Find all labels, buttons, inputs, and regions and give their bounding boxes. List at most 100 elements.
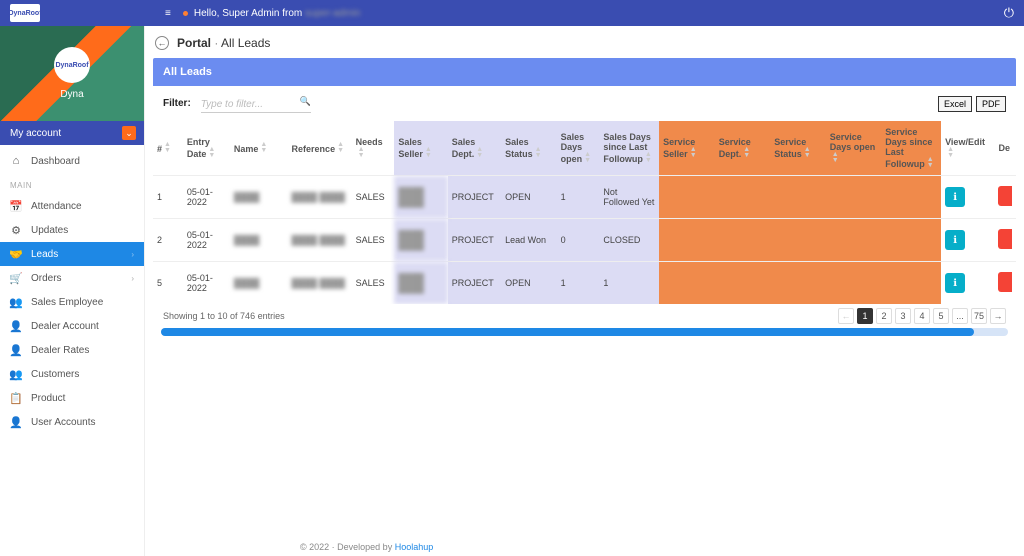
delete-button[interactable] [998,272,1012,292]
user-icon: 👤 [10,320,22,333]
sidebar-item-updates[interactable]: ⚙ Updates [0,218,144,242]
cell-needs: SALES [352,219,395,262]
export-excel-button[interactable]: Excel [938,96,972,112]
scrollbar-thumb[interactable] [161,328,974,336]
leads-table: #▲▼ Entry Date▲▼ Name▲▼ Reference▲▼ Need… [153,121,1016,304]
page-←[interactable]: ← [838,308,854,324]
col-name[interactable]: Name▲▼ [230,121,288,176]
cell-service-days [826,262,882,305]
cell-sales-follow: CLOSED [599,219,659,262]
col-number[interactable]: #▲▼ [153,121,183,176]
table-row: 2 05-01-2022 ████ ████ ████ SALES ████ █… [153,219,1016,262]
back-button[interactable]: ← [155,36,169,50]
delete-button[interactable] [998,229,1012,249]
chevron-right-icon: › [131,274,134,283]
export-pdf-button[interactable]: PDF [976,96,1006,112]
cell-date: 05-01-2022 [183,219,230,262]
view-button[interactable]: ℹ [945,273,965,293]
users-icon: 👥 [10,368,22,381]
view-button[interactable]: ℹ [945,187,965,207]
col-service-dept[interactable]: Service Dept.▲▼ [715,121,771,176]
view-button[interactable]: ℹ [945,230,965,250]
sidebar-item-user-accounts[interactable]: 👤 User Accounts [0,410,144,434]
col-view-edit[interactable]: View/Edit▲▼ [941,121,994,176]
my-account-toggle[interactable]: My account ⌄ [0,121,144,145]
users-icon: 👥 [10,296,22,309]
sidebar-item-attendance[interactable]: 📅 Attendance [0,194,144,218]
sidebar-item-sales-employee[interactable]: 👥 Sales Employee [0,290,144,314]
sidebar-header: DynaRoof Dyna [0,26,144,121]
col-sales-days-followup[interactable]: Sales Days since Last Followup▲▼ [599,121,659,176]
page-→[interactable]: → [990,308,1006,324]
col-service-status[interactable]: Service Status▲▼ [770,121,826,176]
col-reference[interactable]: Reference▲▼ [288,121,352,176]
cell-name: ████ [230,262,288,305]
table-info: Showing 1 to 10 of 746 entries [163,311,285,321]
col-sales-status[interactable]: Sales Status▲▼ [501,121,557,176]
page-1[interactable]: 1 [857,308,873,324]
filter-input[interactable] [201,97,311,113]
cell-sales-days: 0 [557,219,600,262]
horizontal-scrollbar[interactable] [161,328,1008,336]
cell-view: ℹ [941,262,994,305]
footer-link[interactable]: Hoolahup [395,542,434,552]
col-service-days-open[interactable]: Service Days open▲▼ [826,121,882,176]
cell-needs: SALES [352,262,395,305]
sidebar-item-product[interactable]: 📋 Product [0,386,144,410]
cell-service-seller [659,262,715,305]
col-delete[interactable]: De [994,121,1016,176]
cell-reference: ████ ████ [288,262,352,305]
notification-dot-icon [183,11,188,16]
cell-service-status [770,262,826,305]
cell-sales-status: OPEN [501,262,557,305]
sidebar-section-main: MAIN [0,173,144,194]
cell-sales-seller: ████ ████ [394,176,447,219]
cell-view: ℹ [941,176,994,219]
user-plus-icon: 👤 [10,416,22,429]
filter-label: Filter: [163,98,191,109]
cell-name: ████ [230,176,288,219]
sidebar-item-dashboard[interactable]: ⌂ Dashboard [0,149,144,173]
delete-button[interactable] [998,186,1012,206]
cell-sales-status: Lead Won [501,219,557,262]
sidebar-username: Dyna [60,89,83,100]
cell-num: 5 [153,262,183,305]
cell-service-seller [659,219,715,262]
cell-sales-dept: PROJECT [448,262,501,305]
avatar: DynaRoof [54,47,90,83]
sidebar-item-dealer-account[interactable]: 👤 Dealer Account [0,314,144,338]
cell-sales-status: OPEN [501,176,557,219]
page-...[interactable]: ... [952,308,968,324]
sidebar-item-orders[interactable]: 🛒 Orders › [0,266,144,290]
page-4[interactable]: 4 [914,308,930,324]
cell-service-status [770,219,826,262]
search-icon: 🔍 [300,96,311,107]
breadcrumb: Portal · All Leads [177,36,270,50]
user-icon: 👤 [10,344,22,357]
col-service-seller[interactable]: Service Seller▲▼ [659,121,715,176]
sidebar-item-leads[interactable]: 🤝 Leads › [0,242,144,266]
cell-date: 05-01-2022 [183,262,230,305]
cell-sales-seller: ████ ████ [394,219,447,262]
page-5[interactable]: 5 [933,308,949,324]
cell-sales-days: 1 [557,262,600,305]
col-sales-seller[interactable]: Sales Seller▲▼ [394,121,447,176]
page-3[interactable]: 3 [895,308,911,324]
col-entry-date[interactable]: Entry Date▲▼ [183,121,230,176]
cell-delete [994,176,1016,219]
col-service-days-followup[interactable]: Service Days since Last Followup▲▼ [881,121,941,176]
cell-service-dept [715,262,771,305]
col-sales-dept[interactable]: Sales Dept.▲▼ [448,121,501,176]
page-75[interactable]: 75 [971,308,987,324]
col-needs[interactable]: Needs▲▼ [352,121,395,176]
cell-sales-follow: Not Followed Yet [599,176,659,219]
card-title: All Leads [153,58,1016,86]
power-icon[interactable]: ⏻ [1004,5,1014,21]
hamburger-icon[interactable]: ≡ [165,8,171,19]
brand-logo: DynaRoof [10,4,40,22]
col-sales-days-open[interactable]: Sales Days open▲▼ [557,121,600,176]
cell-view: ℹ [941,219,994,262]
sidebar-item-dealer-rates[interactable]: 👤 Dealer Rates [0,338,144,362]
page-2[interactable]: 2 [876,308,892,324]
sidebar-item-customers[interactable]: 👥 Customers [0,362,144,386]
